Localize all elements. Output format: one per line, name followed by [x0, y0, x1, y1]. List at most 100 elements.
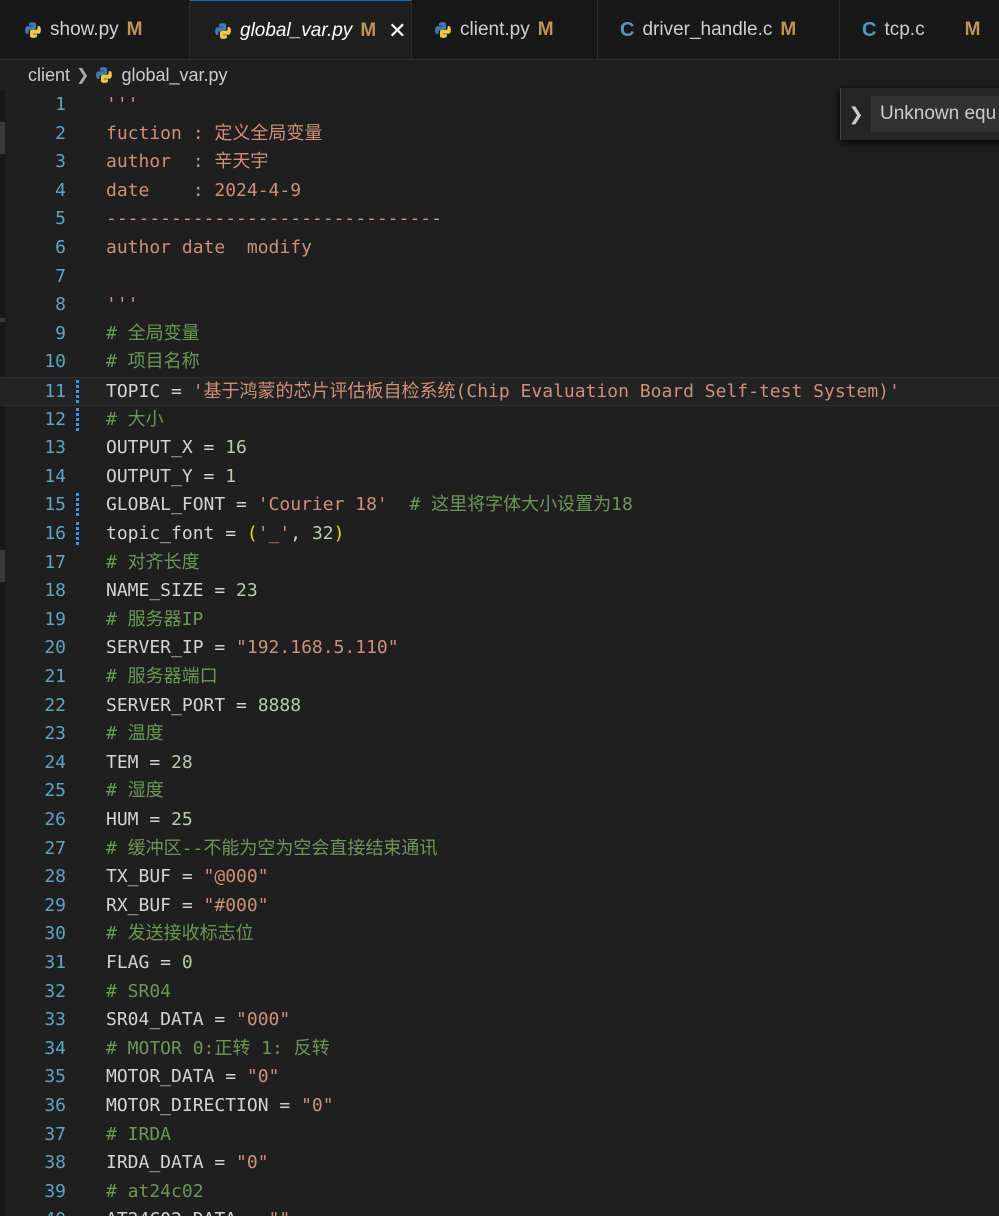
code-token: "000" [236, 1009, 291, 1031]
code-line[interactable]: 33 SR04_DATA = "000" [0, 1006, 999, 1035]
python-file-icon [435, 22, 451, 38]
code-line[interactable]: 9 # 全局变量 [0, 320, 999, 349]
code-token: # at24c02 [106, 1180, 204, 1202]
code-text: HUM = 25 [106, 806, 193, 835]
tab-label: global_var.py [240, 19, 353, 41]
line-number: 19 [44, 608, 66, 630]
modified-line-indicator [76, 522, 79, 546]
line-number: 17 [44, 551, 66, 573]
line-number: 34 [44, 1037, 66, 1059]
line-number: 20 [44, 637, 66, 659]
code-token: # 缓冲区--不能为空为空会直接结束通讯 [106, 837, 438, 859]
code-line[interactable]: 24 TEM = 28 [0, 749, 999, 778]
line-number: 37 [44, 1123, 66, 1145]
tab-tcp-c[interactable]: Ctcp.c M [840, 0, 999, 59]
line-number: 3 [55, 151, 66, 173]
line-number: 30 [44, 923, 66, 945]
code-line[interactable]: 38 IRDA_DATA = "0" [0, 1149, 999, 1178]
line-number: 5 [55, 208, 66, 230]
code-line[interactable]: 13 OUTPUT_X = 16 [0, 434, 999, 463]
code-text: fuction : 定义全局变量 [106, 120, 322, 149]
breadcrumb: client ❯ global_var.py [0, 60, 999, 90]
code-line[interactable]: 12 # 大小 [0, 406, 999, 435]
code-line[interactable]: 30 # 发送接收标志位 [0, 920, 999, 949]
tab-client-py[interactable]: client.py M [412, 0, 598, 59]
code-token: "0" [246, 1066, 280, 1088]
code-line[interactable]: 22 SERVER_PORT = 8888 [0, 692, 999, 721]
find-widget[interactable]: ❯ Unknown equ [840, 88, 999, 140]
code-line[interactable]: 16 topic_font = ('_', 32) [0, 520, 999, 549]
code-token: TOPIC = [106, 381, 193, 402]
chevron-right-icon: ❯ [76, 67, 90, 84]
line-number: 25 [44, 780, 66, 802]
code-line[interactable]: 10 # 项目名称 [0, 348, 999, 377]
code-line[interactable]: 35 MOTOR_DATA = "0" [0, 1063, 999, 1092]
code-token: "0" [301, 1095, 334, 1116]
code-line[interactable]: 27 # 缓冲区--不能为空为空会直接结束通讯 [0, 835, 999, 864]
code-token: # 服务器端口 [106, 666, 218, 687]
tab-global-var-py[interactable]: global_var.py M ✕ [190, 0, 412, 59]
code-line[interactable]: 31 FLAG = 0 [0, 949, 999, 978]
code-line[interactable]: 11 TOPIC = '基于鸿蒙的芯片评估板自检系统(Chip Evaluatio… [0, 377, 999, 406]
code-line[interactable]: 37 # IRDA [0, 1121, 999, 1150]
breadcrumb-file[interactable]: global_var.py [121, 65, 227, 86]
code-token: HUM = [106, 809, 172, 830]
code-text: RX_BUF = "#000" [106, 892, 269, 921]
code-line[interactable]: 15 GLOBAL_FONT = 'Courier 18' # 这里将字体大小设置… [0, 491, 999, 520]
code-line[interactable]: 20 SERVER_IP = "192.168.5.110" [0, 634, 999, 663]
code-line[interactable]: 29 RX_BUF = "#000" [0, 892, 999, 921]
code-line[interactable]: 39 # at24c02 [0, 1178, 999, 1207]
line-number: 1 [55, 94, 66, 115]
code-token: AT24C02_DATA = [106, 1209, 269, 1216]
code-line[interactable]: 18 NAME_SIZE = 23 [0, 577, 999, 606]
c-file-icon: C [620, 18, 635, 41]
code-line[interactable]: 21 # 服务器端口 [0, 663, 999, 692]
code-editor[interactable]: 1 ''' 2 fuction : 定义全局变量 3 author : 辛天宇 4 date … [0, 90, 999, 1216]
code-line[interactable]: 17 # 对齐长度 [0, 549, 999, 578]
code-text: NAME_SIZE = 23 [106, 577, 258, 606]
tab-label: tcp.c [884, 19, 925, 40]
chevron-right-icon[interactable]: ❯ [841, 104, 871, 125]
code-line[interactable]: 25 # 湿度 [0, 777, 999, 806]
code-line[interactable]: 6 author date modify [0, 234, 999, 263]
code-line[interactable]: 34 # MOTOR 0:正转 1: 反转 [0, 1035, 999, 1064]
code-line[interactable]: 19 # 服务器IP [0, 606, 999, 635]
code-text: topic_font = ('_', 32) [106, 520, 344, 549]
modified-badge: M [537, 19, 554, 40]
code-text: # 湿度 [106, 777, 164, 806]
code-line[interactable]: 5 ------------------------------- [0, 205, 999, 234]
code-line[interactable]: 14 OUTPUT_Y = 1 [0, 463, 999, 492]
code-token: 'Courier 18' [257, 494, 388, 516]
code-line[interactable]: 3 author : 辛天宇 [0, 148, 999, 177]
code-line[interactable]: 23 # 温度 [0, 720, 999, 749]
code-token: 28 [171, 751, 193, 773]
line-number: 27 [44, 837, 66, 859]
tab-driver-handle-c[interactable]: Cdriver_handle.c M [598, 0, 840, 59]
code-text: GLOBAL_FONT = 'Courier 18' # 这里将字体大小设置为1… [106, 491, 633, 520]
code-text: # 大小 [106, 406, 164, 435]
close-icon[interactable]: ✕ [388, 18, 406, 44]
code-token: OUTPUT_X = [106, 437, 226, 459]
code-line[interactable]: 4 date : 2024-4-9 [0, 177, 999, 206]
modified-badge: M [780, 19, 797, 40]
line-number: 22 [44, 694, 66, 716]
code-token: # 发送接收标志位 [106, 923, 254, 945]
code-token: OUTPUT_Y = [106, 465, 226, 487]
code-line[interactable]: 40 AT24C02_DATA = "" [0, 1206, 999, 1216]
tab-show-py[interactable]: show.py M [0, 0, 190, 59]
code-line[interactable]: 36 MOTOR_DIRECTION = "0" [0, 1092, 999, 1121]
modified-badge: M [360, 19, 377, 41]
code-text: MOTOR_DATA = "0" [106, 1063, 279, 1092]
code-line[interactable]: 8 ''' [0, 291, 999, 320]
code-line[interactable]: 26 HUM = 25 [0, 806, 999, 835]
code-text: SERVER_PORT = 8888 [106, 692, 301, 721]
breadcrumb-folder[interactable]: client [28, 65, 70, 86]
code-token: RX_BUF = [106, 894, 204, 916]
code-token: SR04_DATA = [106, 1009, 237, 1031]
code-line[interactable]: 28 TX_BUF = "@000" [0, 863, 999, 892]
code-line[interactable]: 32 # SR04 [0, 978, 999, 1007]
code-token: author : 辛天宇 [106, 151, 269, 173]
line-number: 11 [44, 381, 66, 402]
find-input[interactable]: Unknown equ [871, 96, 999, 132]
code-line[interactable]: 7 [0, 263, 999, 292]
